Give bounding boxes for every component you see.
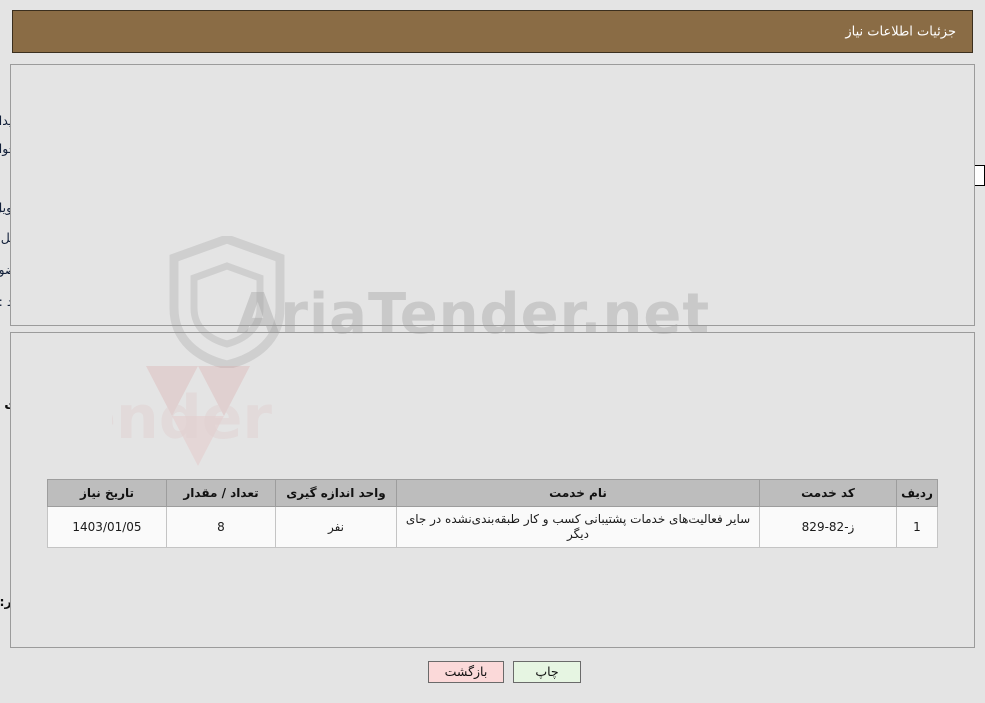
page-root: جزئیات اطلاعات نیاز شماره نیاز: 11020040… [0, 0, 985, 703]
cell-radif: 1 [896, 506, 938, 548]
table-col-date: تاریخ نیاز [47, 479, 167, 507]
print-button[interactable]: چاپ [513, 661, 581, 683]
cell-name: سایر فعالیت‌های خدمات پشتیبانی کسب و کار… [396, 506, 760, 548]
table-row: 1 ز-82-829 سایر فعالیت‌های خدمات پشتیبان… [47, 506, 938, 548]
table-header-row: ردیف کد خدمت نام خدمت واحد اندازه گیری ت… [47, 479, 938, 507]
table-col-code: کد خدمت [759, 479, 897, 507]
page-title: جزئیات اطلاعات نیاز [845, 24, 956, 39]
cell-unit: نفر [275, 506, 397, 548]
need-summary-panel [10, 64, 975, 326]
page-header: جزئیات اطلاعات نیاز [12, 10, 973, 53]
table-col-unit: واحد اندازه گیری [275, 479, 397, 507]
cell-date: 1403/01/05 [47, 506, 167, 548]
back-button[interactable]: بازگشت [428, 661, 504, 683]
service-items-table: ردیف کد خدمت نام خدمت واحد اندازه گیری ت… [47, 479, 938, 548]
cell-qty: 8 [166, 506, 276, 548]
table-col-qty: تعداد / مقدار [166, 479, 276, 507]
table-col-name: نام خدمت [396, 479, 760, 507]
cell-code: ز-82-829 [759, 506, 897, 548]
table-col-radif: ردیف [896, 479, 938, 507]
